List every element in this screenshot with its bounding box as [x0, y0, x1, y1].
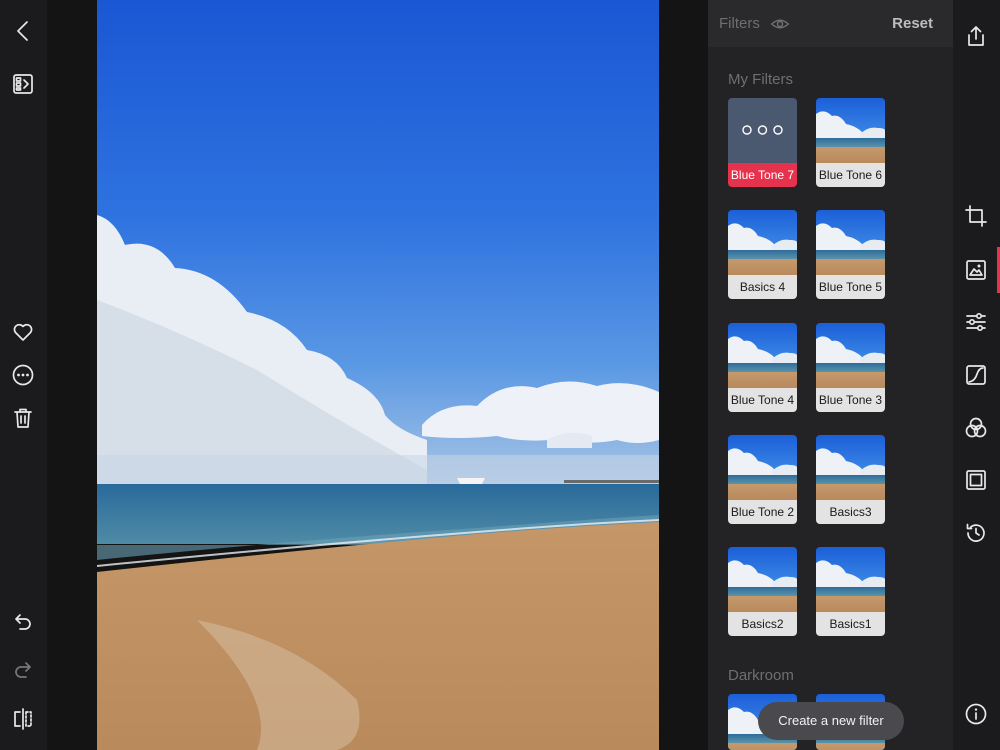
filter-label: Basics1: [816, 612, 885, 636]
filter-thumbnail: [816, 435, 885, 500]
more-icon[interactable]: [11, 363, 35, 387]
filter-label: Basics 4: [728, 275, 797, 299]
photo-canvas[interactable]: [47, 0, 708, 750]
color-icon[interactable]: [964, 416, 988, 440]
filter-tile[interactable]: Blue Tone 7: [728, 98, 797, 187]
my-filters-label: My Filters: [728, 71, 793, 88]
filter-label: Blue Tone 4: [728, 388, 797, 412]
crop-icon[interactable]: [964, 204, 988, 228]
share-icon[interactable]: [964, 24, 988, 48]
filter-tile[interactable]: Basics3: [816, 435, 885, 524]
curves-icon[interactable]: [964, 363, 988, 387]
back-icon[interactable]: [11, 19, 35, 43]
filter-thumbnail: [728, 435, 797, 500]
reset-button[interactable]: Reset: [892, 15, 933, 32]
adjust-icon[interactable]: [964, 310, 988, 334]
filter-label: Blue Tone 5: [816, 275, 885, 299]
right-toolbar: [953, 0, 1000, 750]
info-icon[interactable]: [964, 702, 988, 726]
filter-thumbnail: [816, 210, 885, 275]
filter-tile[interactable]: Basics1: [816, 547, 885, 636]
left-toolbar: [0, 0, 47, 750]
filter-label: Blue Tone 3: [816, 388, 885, 412]
filter-tile[interactable]: Blue Tone 6: [816, 98, 885, 187]
redo-icon[interactable]: [11, 659, 35, 683]
compare-icon[interactable]: [11, 707, 35, 731]
darkroom-label: Darkroom: [728, 667, 794, 684]
eye-icon[interactable]: [770, 14, 790, 34]
undo-icon[interactable]: [11, 611, 35, 635]
filter-options-icon[interactable]: [728, 98, 797, 163]
create-filter-button[interactable]: Create a new filter: [758, 702, 904, 740]
filter-thumbnail: [816, 98, 885, 163]
panel-title: Filters: [719, 15, 760, 32]
filter-thumbnail: [816, 547, 885, 612]
filter-label: Blue Tone 2: [728, 500, 797, 524]
beach-photo: [97, 0, 659, 750]
filters-icon[interactable]: [964, 258, 988, 282]
filter-thumbnail: [816, 323, 885, 388]
filter-label: Basics3: [816, 500, 885, 524]
filter-label: Blue Tone 6: [816, 163, 885, 187]
filter-tile[interactable]: Blue Tone 5: [816, 210, 885, 299]
filters-panel: Filters Reset My Filters Blue Tone 7 Blu…: [708, 0, 953, 750]
filter-tile[interactable]: Blue Tone 2: [728, 435, 797, 524]
filter-tile[interactable]: Basics2: [728, 547, 797, 636]
filter-label: Basics2: [728, 612, 797, 636]
trash-icon[interactable]: [11, 406, 35, 430]
image-list-icon[interactable]: [11, 72, 35, 96]
filter-thumbnail: [728, 547, 797, 612]
heart-icon[interactable]: [11, 320, 35, 344]
filter-tile[interactable]: Basics 4: [728, 210, 797, 299]
filter-thumbnail: [728, 323, 797, 388]
frame-icon[interactable]: [964, 468, 988, 492]
filter-label: Blue Tone 7: [728, 163, 797, 187]
filter-tile[interactable]: Blue Tone 4: [728, 323, 797, 412]
history-icon[interactable]: [964, 521, 988, 545]
filter-thumbnail: [728, 210, 797, 275]
filter-tile[interactable]: Blue Tone 3: [816, 323, 885, 412]
panel-header: Filters Reset: [708, 0, 953, 47]
